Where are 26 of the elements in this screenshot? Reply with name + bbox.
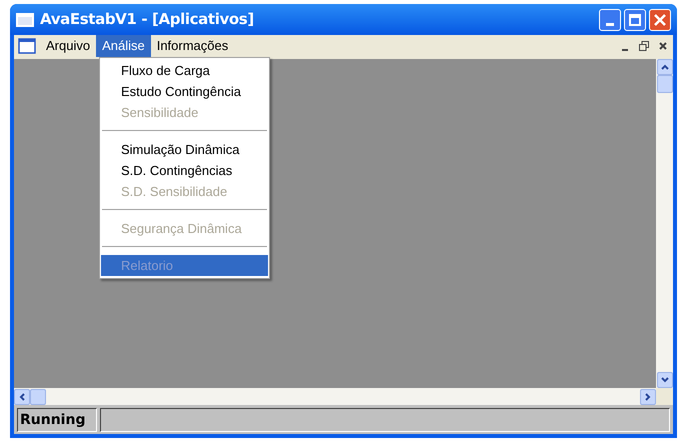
scroll-left-button[interactable] <box>14 388 30 404</box>
menu-item[interactable]: S.D. Contingências <box>101 160 268 181</box>
minimize-icon <box>606 22 614 26</box>
minimize-button[interactable] <box>599 8 621 30</box>
menu-item[interactable]: Fluxo de Carga <box>101 60 268 81</box>
minimize-icon <box>622 48 628 50</box>
close-icon <box>658 42 666 50</box>
window-icon <box>16 12 34 26</box>
close-button[interactable] <box>649 8 671 30</box>
window-title: AvaEstabV1 - [Aplicativos] <box>40 9 254 30</box>
menu-item[interactable]: Arquivo <box>40 35 96 57</box>
scroll-up-button[interactable] <box>656 59 672 75</box>
document-icon <box>18 38 36 54</box>
restore-icon <box>638 41 648 51</box>
menu-item[interactable]: Simulação Dinâmica <box>101 139 268 160</box>
status-text: Running <box>17 408 97 432</box>
close-icon <box>654 14 666 26</box>
scroll-right-button[interactable] <box>640 388 656 404</box>
menu-item[interactable]: Informações <box>150 35 234 57</box>
maximize-button[interactable] <box>624 8 646 30</box>
maximize-icon <box>629 14 641 26</box>
scroll-thumb[interactable] <box>656 75 672 93</box>
scroll-thumb[interactable] <box>30 388 46 404</box>
scroll-down-button[interactable] <box>656 372 672 388</box>
menu-item[interactable]: Análise <box>96 35 151 57</box>
menu-item[interactable]: Estudo Contingência <box>101 81 268 102</box>
